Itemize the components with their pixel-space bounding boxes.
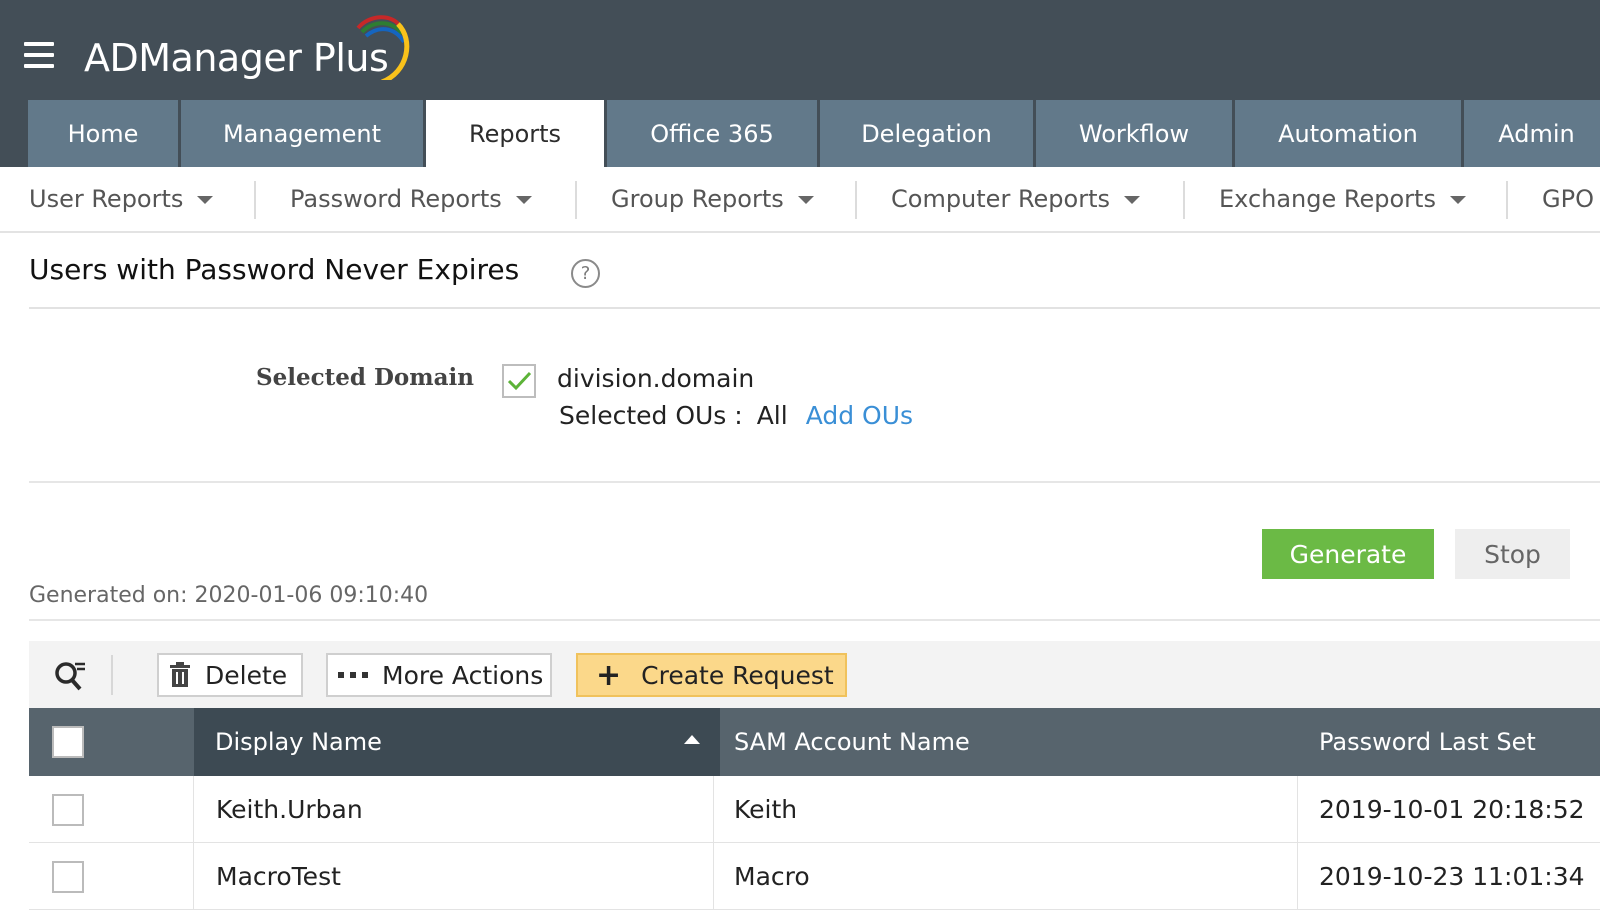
cell-password-last-set: 2019-10-01 20:18:52	[1319, 795, 1585, 824]
domain-checkbox[interactable]	[502, 364, 536, 398]
column-divider	[713, 776, 714, 843]
table-row[interactable]: Keith.Urban Keith 2019-10-01 20:18:52	[29, 776, 1600, 843]
more-actions-label: More Actions	[382, 660, 544, 690]
subnav-label: User Reports	[29, 185, 184, 213]
column-header-label: SAM Account Name	[734, 728, 970, 756]
row-checkbox[interactable]	[52, 861, 84, 893]
delete-label: Delete	[205, 660, 288, 690]
column-divider	[193, 776, 194, 843]
checkmark-icon	[507, 371, 532, 391]
subnav-label: Exchange Reports	[1219, 185, 1436, 213]
table-toolbar: Delete More Actions + Create Request	[29, 641, 1600, 708]
divider	[855, 181, 857, 219]
cell-display-name: Keith.Urban	[216, 795, 363, 824]
subnav-user-reports[interactable]: User Reports	[29, 167, 214, 231]
help-icon[interactable]: ?	[571, 259, 600, 288]
column-header-display-name[interactable]: Display Name	[194, 708, 720, 776]
more-dots-icon	[338, 671, 368, 679]
generated-on-text: Generated on: 2020-01-06 09:10:40	[29, 583, 429, 608]
divider	[1506, 181, 1508, 219]
column-header-sam-account-name[interactable]: SAM Account Name	[734, 708, 1294, 776]
tab-reports[interactable]: Reports	[426, 100, 604, 167]
more-actions-button[interactable]: More Actions	[326, 653, 552, 697]
divider	[254, 181, 256, 219]
caret-down-icon	[797, 196, 814, 204]
subnav-password-reports[interactable]: Password Reports	[290, 167, 532, 231]
generate-button[interactable]: Generate	[1262, 529, 1434, 579]
subnav-exchange-reports[interactable]: Exchange Reports	[1219, 167, 1466, 231]
selected-ous-value: All	[756, 401, 788, 430]
subnav-label: Password Reports	[290, 185, 502, 213]
tab-management[interactable]: Management	[181, 100, 423, 167]
users-table: Display Name SAM Account Name Password L…	[29, 708, 1600, 910]
selected-domain-label: Selected Domain	[256, 364, 474, 391]
subnav-label: Computer Reports	[891, 185, 1110, 213]
tab-automation[interactable]: Automation	[1235, 100, 1461, 167]
column-header-label: Display Name	[215, 728, 382, 756]
subnav-label: GPO	[1542, 185, 1594, 213]
selected-ous-row: Selected OUs : All Add OUs	[559, 401, 913, 430]
divider	[111, 655, 113, 695]
trash-icon	[169, 662, 191, 688]
caret-down-icon	[515, 196, 532, 204]
hamburger-icon[interactable]	[24, 42, 54, 68]
divider	[575, 181, 577, 219]
plus-icon: +	[596, 657, 622, 693]
caret-down-icon	[1124, 196, 1140, 204]
caret-down-icon	[197, 196, 214, 204]
create-request-label: Create Request	[641, 660, 834, 690]
subnav-label: Group Reports	[611, 185, 784, 213]
create-request-button[interactable]: + Create Request	[576, 653, 847, 697]
divider	[29, 619, 1600, 621]
search-filter-icon[interactable]	[53, 659, 87, 693]
divider	[1183, 181, 1185, 219]
main-nav: Home Management Reports Office 365 Deleg…	[28, 100, 1600, 167]
tab-delegation[interactable]: Delegation	[820, 100, 1033, 167]
row-checkbox[interactable]	[52, 794, 84, 826]
app-name: ADManager Plus	[84, 36, 389, 80]
sort-ascending-icon	[684, 735, 700, 744]
subnav-computer-reports[interactable]: Computer Reports	[891, 167, 1140, 231]
tab-home[interactable]: Home	[28, 100, 178, 167]
tab-admin[interactable]: Admin	[1464, 100, 1600, 167]
tab-office-365[interactable]: Office 365	[607, 100, 817, 167]
divider	[29, 481, 1600, 483]
stop-button[interactable]: Stop	[1455, 529, 1570, 579]
subnav-gpo[interactable]: GPO	[1542, 167, 1594, 231]
subnav-group-reports[interactable]: Group Reports	[611, 167, 814, 231]
tab-workflow[interactable]: Workflow	[1036, 100, 1232, 167]
cell-sam-account-name: Keith	[734, 795, 798, 824]
column-header-label: Password Last Set	[1319, 728, 1536, 756]
column-divider	[1297, 776, 1298, 843]
column-header-password-last-set[interactable]: Password Last Set	[1319, 708, 1599, 776]
divider	[29, 307, 1600, 309]
select-all-checkbox[interactable]	[52, 726, 84, 758]
delete-button[interactable]: Delete	[157, 653, 303, 697]
sub-nav: User Reports Password Reports Group Repo…	[0, 167, 1600, 233]
table-header: Display Name SAM Account Name Password L…	[29, 708, 1600, 776]
caret-down-icon	[1449, 196, 1466, 204]
domain-name: division.domain	[557, 364, 755, 393]
swoosh-logo-icon	[356, 15, 410, 80]
page-title: Users with Password Never Expires	[29, 253, 520, 286]
top-header: ADManager Plus Home Management Reports O…	[0, 0, 1600, 167]
add-ous-link[interactable]: Add OUs	[806, 401, 913, 430]
selected-ous-label: Selected OUs :	[559, 401, 743, 430]
